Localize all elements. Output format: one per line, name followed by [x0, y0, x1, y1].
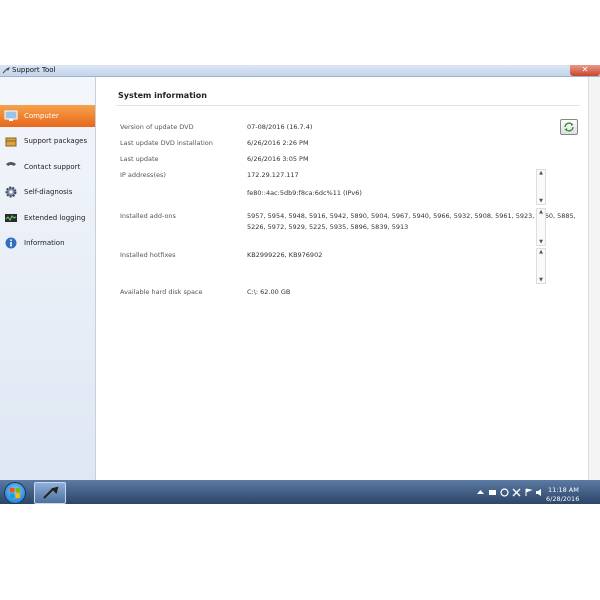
value-ip-v4: 172.29.127.117	[247, 171, 299, 179]
scroll-up-icon[interactable]: ▲	[537, 209, 545, 215]
network-icon[interactable]	[488, 488, 497, 497]
taskbar-support-tool[interactable]	[34, 482, 66, 504]
value-addons-line1: 5957, 5954, 5948, 5916, 5942, 5890, 5904…	[247, 212, 576, 220]
clock-date[interactable]: 6/28/2016	[546, 495, 579, 503]
sidebar-item-computer[interactable]: Computer	[0, 105, 95, 127]
window-title: Support Tool	[12, 66, 56, 74]
addons-scrollbar[interactable]: ▲ ▼	[536, 208, 546, 246]
sidebar-item-label: Self-diagnosis	[24, 188, 73, 196]
sidebar-item-information[interactable]: Information	[0, 232, 95, 254]
label-version-update-dvd: Version of update DVD	[120, 123, 194, 131]
scroll-down-icon[interactable]: ▼	[537, 239, 545, 245]
scroll-down-icon[interactable]: ▼	[537, 277, 545, 283]
value-hotfixes: KB2999226, KB976902	[247, 251, 323, 259]
value-disk-space: C:\: 62.00 GB	[247, 288, 291, 296]
divider	[116, 105, 580, 106]
clock-time[interactable]: 11:18 AM	[548, 486, 579, 494]
computer-icon	[4, 110, 18, 121]
sidebar-item-label: Information	[24, 239, 65, 247]
package-icon	[5, 137, 17, 147]
scroll-up-icon[interactable]: ▲	[537, 170, 545, 176]
value-ip-v6: fe80::4ac:5db9:f8ca:6dc%11 (IPv6)	[247, 189, 362, 197]
close-button[interactable]: ✕	[570, 65, 600, 76]
windows-logo-icon	[10, 488, 20, 498]
value-addons-line2: 5226, 5972, 5929, 5225, 5935, 5896, 5839…	[247, 223, 409, 231]
phone-icon	[6, 162, 16, 166]
wrench-icon	[2, 67, 10, 74]
sidebar-item-self-diagnosis[interactable]: Self-diagnosis	[0, 181, 95, 203]
ip-scrollbar[interactable]: ▲ ▼	[536, 169, 546, 205]
taskbar: 11:18 AM 6/28/2016	[0, 480, 600, 504]
start-button[interactable]	[4, 482, 26, 504]
window-scrollbar[interactable]	[588, 77, 600, 480]
sidebar-item-label: Support packages	[24, 137, 88, 145]
value-last-update: 6/26/2016 3:05 PM	[247, 155, 309, 163]
info-icon	[5, 237, 17, 249]
sidebar: Computer Support packages Contact suppor…	[0, 77, 96, 480]
sidebar-item-extended-logging[interactable]: Extended logging	[0, 207, 95, 229]
label-ip-addresses: IP address(es)	[120, 171, 166, 179]
hotfixes-scrollbar[interactable]: ▲ ▼	[536, 248, 546, 284]
sidebar-item-label: Contact support	[24, 163, 81, 171]
scroll-down-icon[interactable]: ▼	[537, 198, 545, 204]
value-last-dvd-install: 6/26/2016 2:26 PM	[247, 139, 309, 147]
label-installed-addons: Installed add-ons	[120, 212, 176, 220]
refresh-button[interactable]	[560, 119, 578, 135]
title-bar[interactable]: Support Tool ✕	[0, 65, 600, 77]
label-last-update: Last update	[120, 155, 159, 163]
scroll-up-icon[interactable]: ▲	[537, 249, 545, 255]
support-tool-window: Support Tool ✕ Computer Support packages…	[0, 65, 600, 480]
wrench-icon	[43, 486, 59, 499]
sidebar-item-support-packages[interactable]: Support packages	[0, 130, 95, 152]
label-installed-hotfixes: Installed hotfixes	[120, 251, 176, 259]
close-icon: ✕	[581, 65, 589, 74]
sidebar-item-label: Extended logging	[24, 214, 86, 222]
main-panel: System information Version of update DVD…	[96, 77, 588, 480]
flag-icon[interactable]	[524, 488, 533, 497]
section-title: System information	[118, 91, 207, 100]
ie-icon[interactable]	[500, 488, 509, 497]
log-icon	[5, 214, 17, 222]
label-last-dvd-install: Last update DVD installation	[120, 139, 213, 147]
sidebar-item-label: Computer	[24, 112, 59, 120]
action-center-icon[interactable]	[512, 488, 521, 497]
show-hidden-icons[interactable]	[476, 488, 485, 497]
refresh-icon	[564, 122, 574, 132]
value-version-update-dvd: 07-08/2016 (16.7.4)	[247, 123, 313, 131]
sidebar-item-contact-support[interactable]: Contact support	[0, 156, 95, 178]
gear-icon	[5, 186, 17, 198]
label-disk-space: Available hard disk space	[120, 288, 203, 296]
volume-icon[interactable]	[535, 488, 544, 497]
